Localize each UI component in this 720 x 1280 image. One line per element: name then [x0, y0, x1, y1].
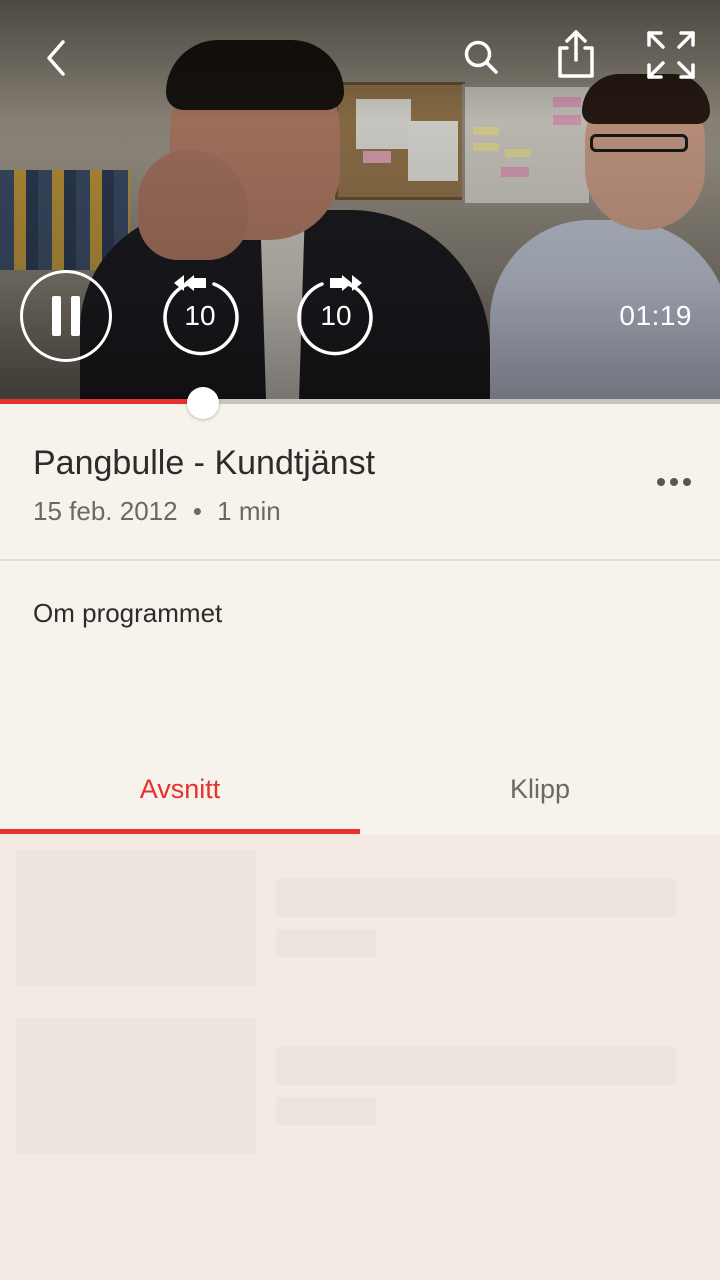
meta-separator: •: [192, 496, 202, 526]
title-placeholder: [276, 879, 676, 917]
forward-10-button[interactable]: 10: [294, 272, 378, 356]
fullscreen-button[interactable]: [640, 24, 702, 86]
program-info: Pangbulle - Kundtjänst 15 feb. 2012 • 1 …: [0, 404, 720, 561]
search-button[interactable]: [452, 28, 510, 86]
rewind-seconds-label: 10: [184, 300, 216, 331]
thumbnail-placeholder: [16, 850, 256, 986]
forward-seconds-label: 10: [320, 300, 352, 331]
time-display: 01:19: [619, 300, 692, 331]
program-title: Pangbulle - Kundtjänst: [33, 444, 376, 482]
list-item-placeholder: [0, 850, 720, 986]
chevron-left-icon: [47, 40, 65, 76]
thumbnail-placeholder: [16, 1018, 256, 1154]
share-button[interactable]: [546, 24, 606, 84]
more-dots-icon: [657, 478, 665, 486]
subtitle-placeholder: [276, 1097, 376, 1125]
title-placeholder: [276, 1047, 676, 1085]
tab-bar: Avsnitt Klipp: [0, 744, 720, 834]
fullscreen-icon: [647, 31, 695, 79]
episode-list: [0, 834, 720, 1280]
about-program-link[interactable]: Om programmet: [33, 598, 222, 629]
program-duration: 1 min: [217, 496, 281, 526]
pause-icon: [52, 296, 80, 336]
pause-button[interactable]: [20, 270, 112, 362]
video-player[interactable]: 10 10 01:19: [0, 0, 720, 402]
tab-avsnitt[interactable]: Avsnitt: [0, 744, 360, 834]
search-icon: [464, 40, 498, 74]
program-date: 15 feb. 2012: [33, 496, 178, 526]
list-item-placeholder: [0, 1018, 720, 1154]
more-options-button[interactable]: [652, 460, 696, 504]
rewind-10-button[interactable]: 10: [158, 272, 242, 356]
share-icon: [558, 30, 594, 78]
back-button[interactable]: [28, 30, 84, 86]
tab-klipp[interactable]: Klipp: [360, 744, 720, 834]
program-meta: 15 feb. 2012 • 1 min: [33, 496, 281, 527]
subtitle-placeholder: [276, 929, 376, 957]
